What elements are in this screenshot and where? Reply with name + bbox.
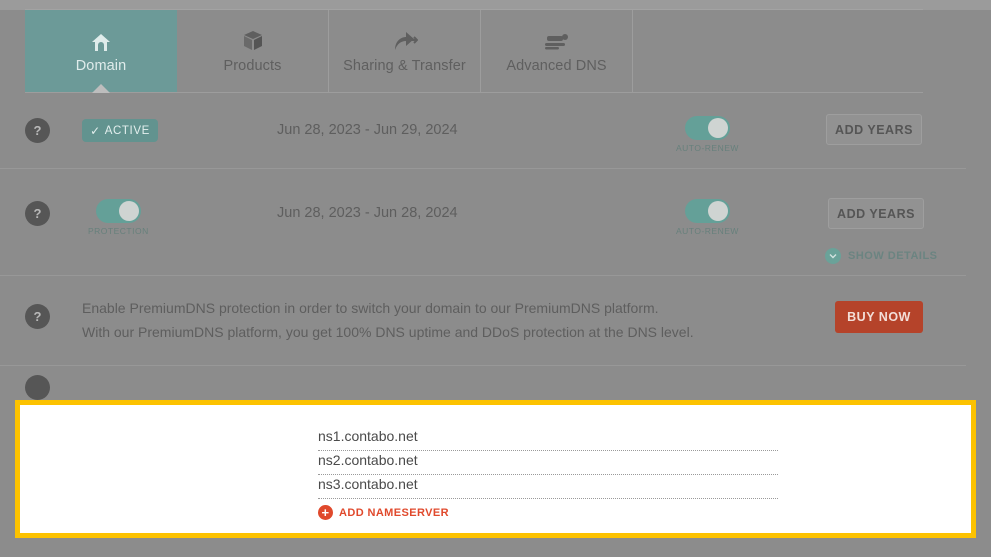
check-icon: ✓ (90, 123, 101, 138)
add-years-button-registration[interactable]: ADD YEARS (826, 114, 922, 145)
protection-toggle[interactable]: PROTECTION (88, 199, 149, 236)
row-registration: ? ✓ ACTIVE Jun 28, 2023 - Jun 29, 2024 A… (0, 93, 966, 169)
auto-renew-caption: AUTO-RENEW (676, 143, 739, 153)
nameserver-row[interactable]: ns3.contabo.net (318, 475, 778, 499)
auto-renew-toggle-protection[interactable]: AUTO-RENEW (676, 199, 739, 236)
plus-circle-icon: + (318, 505, 333, 520)
status-badge-label: ACTIVE (104, 124, 150, 137)
help-icon-registration[interactable]: ? (25, 118, 50, 143)
tab-bar-empty-space (633, 10, 923, 92)
box-icon (242, 28, 264, 52)
show-details-link[interactable]: SHOW DETAILS (825, 248, 938, 264)
add-years-button-protection[interactable]: ADD YEARS (828, 198, 924, 229)
nameserver-highlight-panel: ns1.contabo.net ns2.contabo.net ns3.cont… (15, 400, 976, 538)
share-arrow-icon (392, 28, 418, 52)
tab-advanced-dns-label: Advanced DNS (506, 58, 607, 74)
toggle-knob (707, 118, 728, 138)
tab-products-label: Products (223, 58, 282, 74)
row-premiumdns-promo: ? Enable PremiumDNS protection in order … (0, 276, 966, 366)
nameserver-input-1[interactable]: ns1.contabo.net (318, 427, 418, 445)
add-nameserver-label: ADD NAMESERVER (339, 506, 449, 519)
nameserver-input-3[interactable]: ns3.contabo.net (318, 475, 418, 493)
add-nameserver-button[interactable]: + ADD NAMESERVER (318, 505, 778, 520)
help-icon-protection[interactable]: ? (25, 201, 50, 226)
toggle-track[interactable] (684, 116, 730, 140)
page-top-strip (0, 0, 991, 10)
chevron-down-icon (825, 248, 841, 264)
home-icon (90, 28, 112, 52)
auto-renew-toggle-registration[interactable]: AUTO-RENEW (676, 116, 739, 153)
tab-domain[interactable]: Domain (25, 10, 177, 92)
toggle-track[interactable] (684, 199, 730, 223)
tab-products[interactable]: Products (177, 10, 329, 92)
premiumdns-promo-line-1: Enable PremiumDNS protection in order to… (82, 300, 659, 316)
toggle-track[interactable] (95, 199, 141, 223)
domain-rows: ? ✓ ACTIVE Jun 28, 2023 - Jun 29, 2024 A… (0, 93, 991, 366)
protection-date-range: Jun 28, 2023 - Jun 28, 2024 (277, 205, 458, 221)
tab-advanced-dns[interactable]: Advanced DNS (481, 10, 633, 92)
toggle-knob (118, 201, 139, 221)
help-icon-premiumdns[interactable]: ? (25, 304, 50, 329)
buy-now-button[interactable]: BUY NOW (835, 301, 923, 333)
domain-tab-bar: Domain Products Sharing & Transfer Advan… (25, 10, 923, 93)
status-badge-active: ✓ ACTIVE (82, 119, 158, 142)
tab-sharing-transfer-label: Sharing & Transfer (343, 58, 466, 74)
registration-date-range: Jun 28, 2023 - Jun 29, 2024 (277, 122, 458, 138)
toggle-knob (707, 201, 728, 221)
nameserver-input-2[interactable]: ns2.contabo.net (318, 451, 418, 469)
auto-renew-caption: AUTO-RENEW (676, 226, 739, 236)
show-details-label: SHOW DETAILS (848, 250, 938, 262)
premiumdns-promo-line-2: With our PremiumDNS platform, you get 10… (82, 324, 694, 340)
row-protection: ? PROTECTION Jun 28, 2023 - Jun 28, 2024… (0, 169, 966, 276)
nameserver-row[interactable]: ns1.contabo.net (318, 427, 778, 451)
tab-domain-label: Domain (75, 58, 127, 74)
nameserver-list: ns1.contabo.net ns2.contabo.net ns3.cont… (318, 427, 778, 520)
protection-caption: PROTECTION (88, 226, 149, 236)
server-stack-icon (544, 28, 570, 52)
tab-sharing-transfer[interactable]: Sharing & Transfer (329, 10, 481, 92)
nameserver-row[interactable]: ns2.contabo.net (318, 451, 778, 475)
help-icon-nameservers[interactable] (25, 375, 50, 400)
